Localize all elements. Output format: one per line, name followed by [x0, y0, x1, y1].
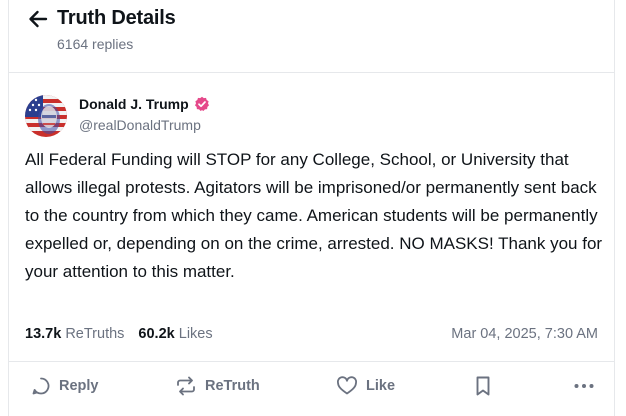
action-bar: Reply ReTruth Like	[9, 362, 614, 410]
truth-details-panel: Truth Details 6164 replies Donald J. Tru…	[8, 0, 615, 416]
author-name-row: Donald J. Trump	[79, 96, 210, 112]
reply-label: Reply	[59, 378, 99, 394]
more-options-button[interactable]	[573, 376, 595, 396]
reply-icon	[32, 377, 50, 395]
header-divider	[9, 72, 614, 73]
arrow-left-icon	[29, 10, 48, 28]
avatar[interactable]	[25, 95, 67, 137]
page-header: Truth Details 6164 replies	[27, 6, 614, 62]
author-handle[interactable]: @realDonaldTrump	[79, 117, 210, 133]
retruth-button[interactable]: ReTruth	[175, 376, 260, 396]
retruth-label: ReTruth	[205, 378, 260, 394]
likes-stat[interactable]: 60.2k Likes	[138, 326, 212, 342]
post-stats: 13.7k ReTruths 60.2k Likes Mar 04, 2025,…	[25, 324, 598, 344]
reply-button[interactable]: Reply	[31, 376, 99, 396]
back-button[interactable]	[27, 6, 49, 32]
likes-count: 60.2k	[138, 326, 175, 342]
retruths-count: 13.7k	[25, 326, 62, 342]
more-horizontal-icon	[574, 384, 594, 388]
post-timestamp: Mar 04, 2025, 7:30 AM	[451, 326, 598, 342]
retruths-label: ReTruths	[65, 326, 125, 342]
author-name[interactable]: Donald J. Trump	[79, 96, 189, 112]
bookmark-button[interactable]	[474, 375, 492, 397]
page-title: Truth Details	[57, 7, 176, 29]
avatar-image	[25, 95, 67, 137]
retruth-icon	[177, 376, 195, 396]
replies-count: 6164 replies	[57, 36, 134, 52]
author-info: Donald J. Trump @realDonaldTrump	[79, 96, 210, 133]
bookmark-icon	[476, 376, 490, 396]
verified-badge-icon	[194, 96, 209, 111]
likes-label: Likes	[178, 326, 213, 342]
like-button[interactable]: Like	[336, 376, 395, 396]
heart-icon	[337, 376, 357, 395]
post-text: All Federal Funding will STOP for any Co…	[25, 150, 603, 281]
retruths-stat[interactable]: 13.7k ReTruths	[25, 326, 124, 342]
like-label: Like	[366, 378, 396, 394]
